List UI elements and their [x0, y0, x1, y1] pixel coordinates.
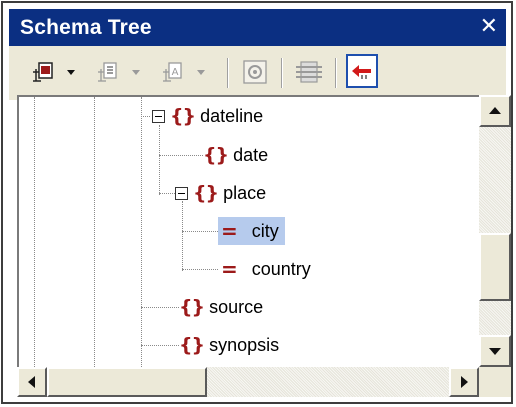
sync-arrow-icon — [352, 65, 371, 79]
close-icon[interactable]: ✕ — [480, 15, 498, 39]
add-child-element-icon[interactable] — [96, 60, 120, 84]
scroll-down-button[interactable] — [479, 335, 511, 367]
sync-button[interactable] — [346, 54, 378, 88]
tree-guide-line — [34, 97, 35, 367]
tree-node-place[interactable]: {} place — [175, 179, 266, 207]
arrow-up-icon — [489, 107, 501, 114]
toolbar: A — [9, 46, 506, 100]
dropdown-arrow-icon[interactable] — [66, 60, 76, 84]
arrow-right-icon — [461, 376, 468, 388]
tree-guide-line — [182, 269, 218, 270]
arrow-left-icon — [28, 376, 35, 388]
settings-icon[interactable] — [242, 60, 268, 84]
tree-node-synopsis[interactable]: {} synopsis — [179, 331, 279, 359]
tree-node-country[interactable]: = country — [221, 255, 311, 283]
element-icon: {} — [203, 144, 229, 166]
horizontal-scroll-thumb[interactable] — [47, 367, 207, 397]
node-label: city — [251, 220, 279, 241]
scrollbar-corner — [479, 367, 511, 397]
element-icon: {} — [193, 182, 219, 204]
collapse-tree-icon[interactable] — [295, 60, 323, 84]
tree-guide-line — [159, 155, 203, 156]
toolbar-separator — [335, 58, 337, 88]
node-label: country — [251, 258, 311, 279]
attribute-icon: = — [221, 257, 238, 281]
tree-node-city[interactable]: = city — [218, 217, 285, 245]
toolbar-separator — [227, 58, 229, 88]
dropdown-arrow-icon[interactable] — [131, 60, 141, 84]
collapse-toggle-icon[interactable] — [152, 109, 165, 123]
dropdown-arrow-icon[interactable] — [196, 60, 206, 84]
attribute-icon: = — [221, 219, 238, 243]
collapse-toggle-icon[interactable] — [175, 186, 188, 200]
toolbar-separator — [281, 58, 283, 88]
tree-guide-line — [159, 125, 160, 195]
scroll-up-button[interactable] — [479, 95, 511, 127]
node-label: synopsis — [209, 334, 280, 355]
tree-guide-line — [182, 231, 218, 232]
horizontal-scrollbar[interactable] — [17, 367, 479, 397]
tree-node-dateline[interactable]: {} dateline — [152, 102, 263, 130]
scroll-left-button[interactable] — [17, 367, 47, 397]
element-icon: {} — [170, 105, 196, 127]
node-label: date — [233, 144, 269, 165]
title-bar: Schema Tree ✕ — [9, 9, 506, 46]
node-label: dateline — [200, 105, 264, 126]
tree-guide-line — [141, 307, 179, 308]
scroll-right-button[interactable] — [449, 367, 479, 397]
window-title: Schema Tree — [20, 16, 152, 39]
tree-guide-line — [94, 97, 95, 367]
node-label: source — [209, 296, 264, 317]
tree-guide-line — [141, 345, 179, 346]
element-icon: {} — [179, 334, 205, 356]
element-icon: {} — [179, 296, 205, 318]
arrow-down-icon — [489, 348, 501, 355]
svg-text:A: A — [172, 67, 179, 78]
vertical-scroll-thumb[interactable] — [479, 233, 511, 301]
tree-guide-line — [141, 97, 142, 367]
insert-element-icon[interactable] — [31, 60, 55, 84]
selection-highlight: = city — [218, 217, 285, 245]
tree-node-source[interactable]: {} source — [179, 293, 263, 321]
tree-node-date[interactable]: {} date — [203, 141, 268, 169]
add-attribute-icon[interactable]: A — [161, 60, 185, 84]
tree-guide-line — [141, 116, 150, 117]
tree-guide-line — [182, 201, 183, 271]
node-label: place — [223, 182, 267, 203]
vertical-scrollbar[interactable] — [479, 95, 511, 367]
tree-guide-line — [159, 193, 175, 194]
schema-tree-view: {} dateline {} date {} place = city = co… — [17, 95, 481, 367]
